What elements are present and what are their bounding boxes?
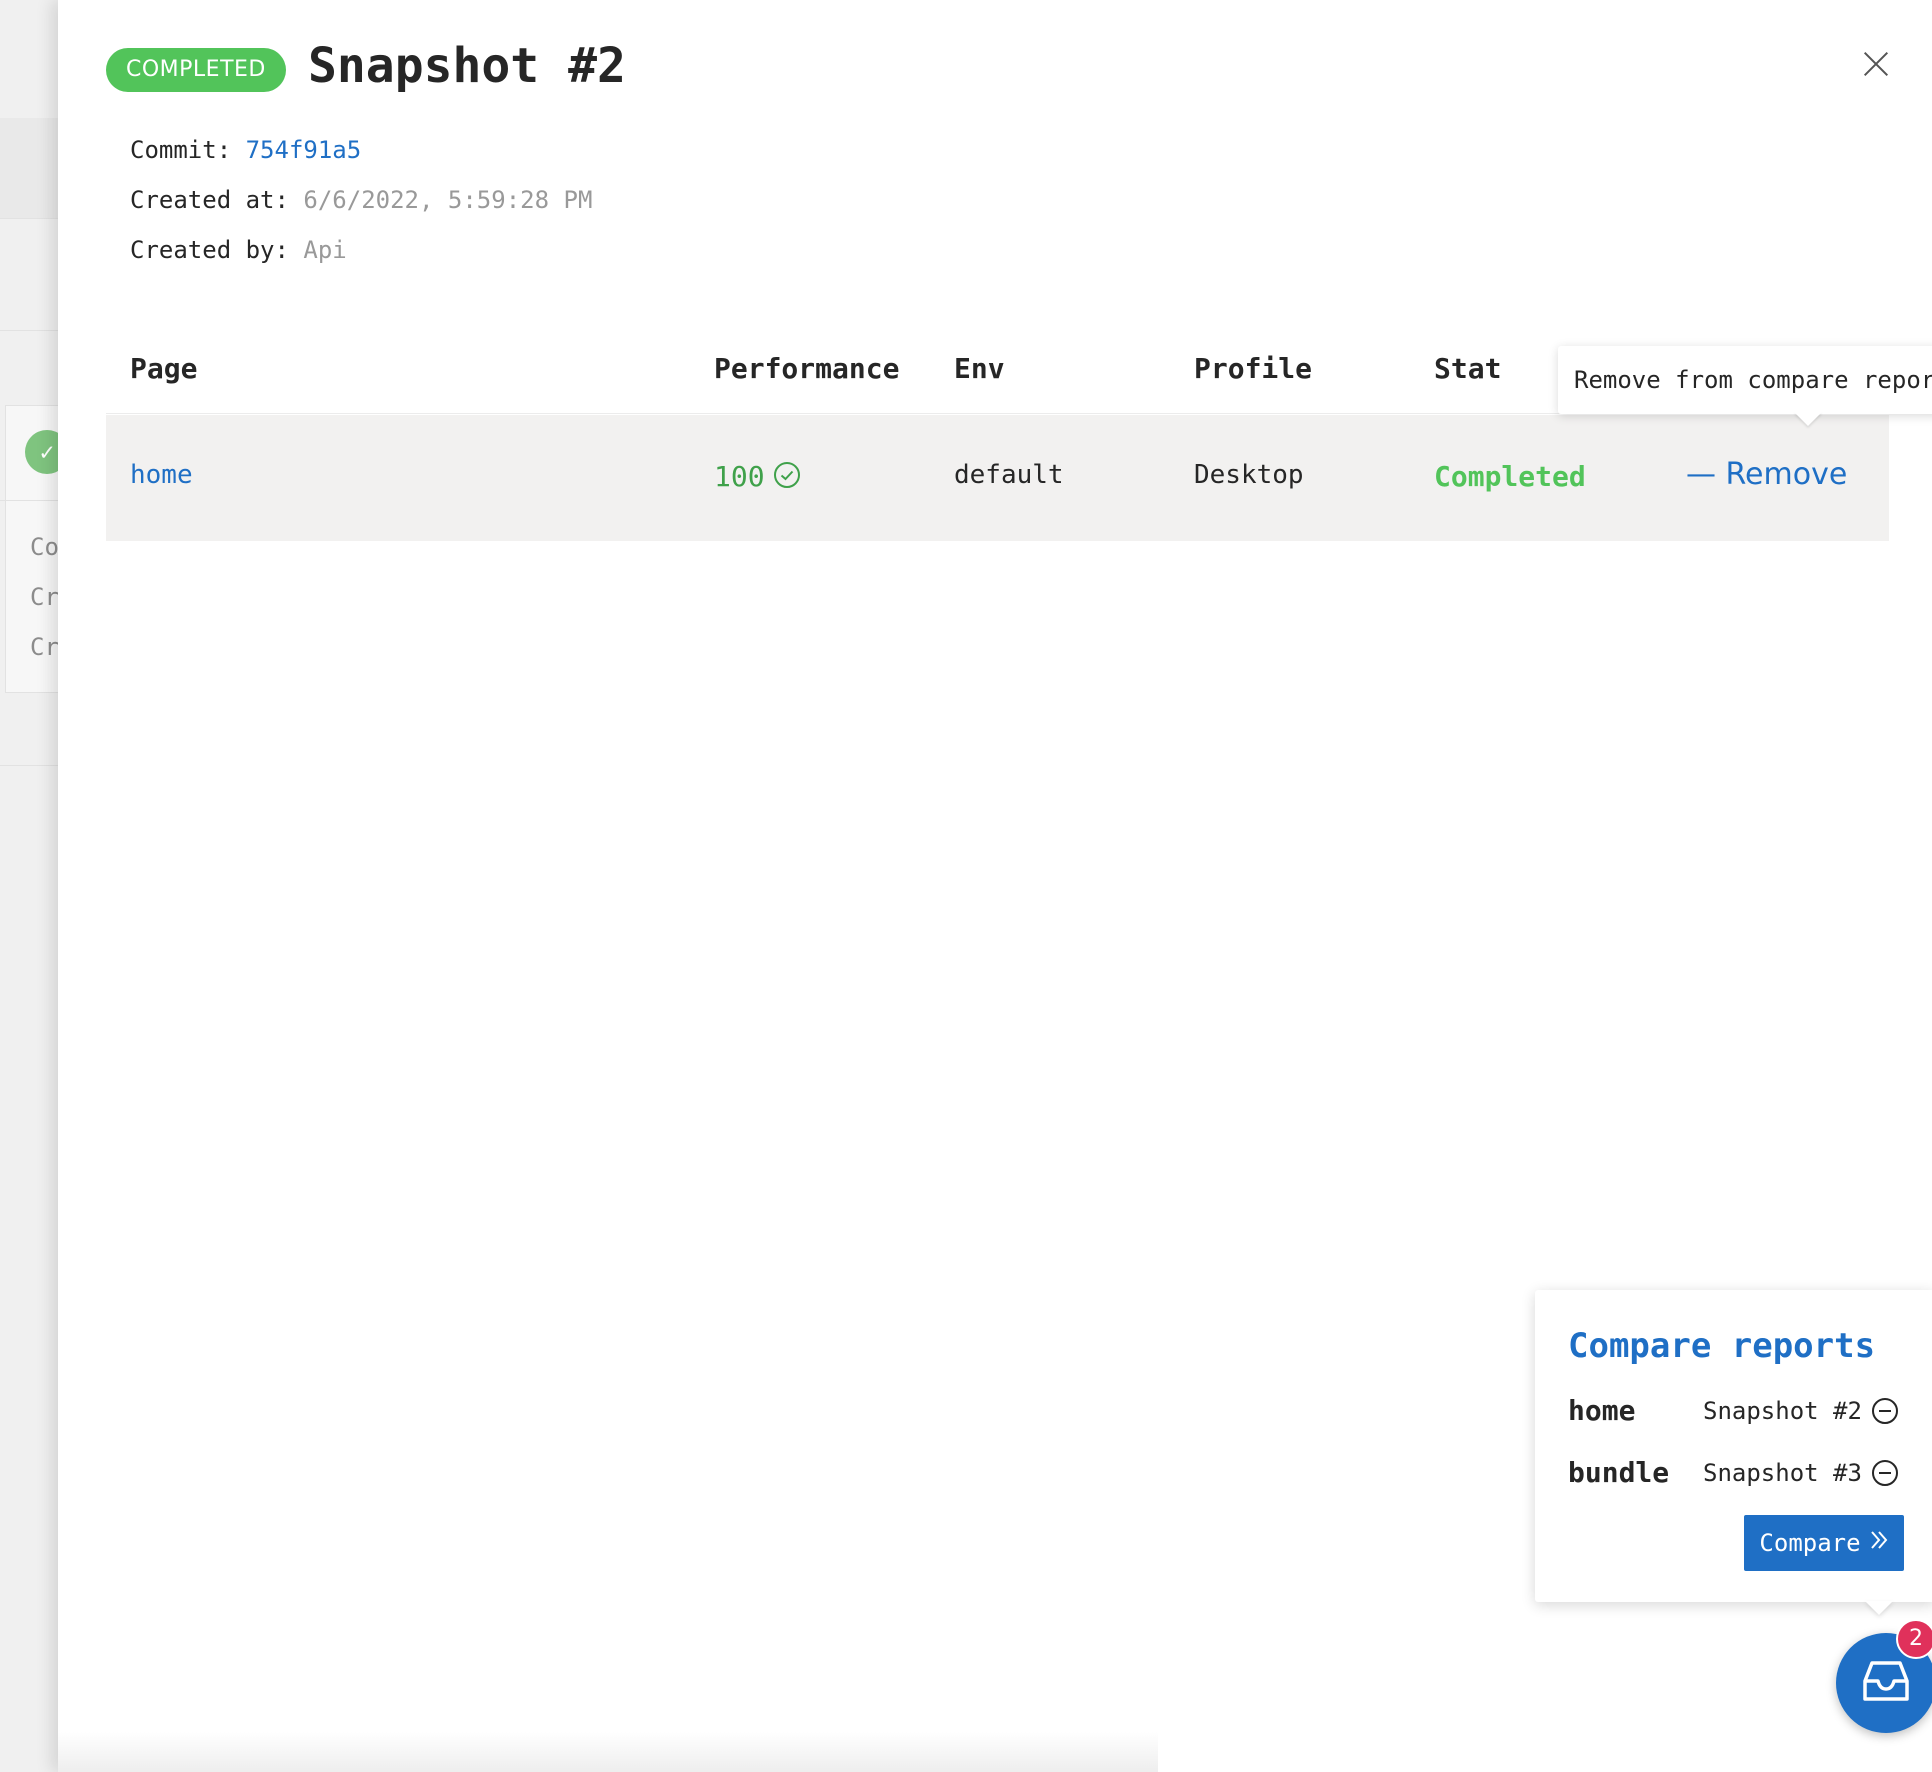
compare-button[interactable]: Compare	[1744, 1515, 1904, 1571]
column-header-profile: Profile	[1194, 352, 1313, 385]
remove-tooltip: Remove from compare reports	[1558, 346, 1932, 414]
column-header-env: Env	[954, 352, 1005, 385]
created-by-value: Api	[303, 236, 347, 264]
profile-value: Desktop	[1194, 460, 1304, 490]
background-text: Co	[30, 533, 59, 561]
page-title: Snapshot #2	[308, 38, 626, 94]
created-at-label: Created at:	[130, 186, 289, 214]
column-header-performance: Performance	[714, 352, 900, 385]
check-circle-icon	[773, 461, 801, 496]
compare-button-label: Compare	[1759, 1529, 1861, 1557]
tooltip-arrow	[1794, 412, 1822, 426]
minus-circle-icon[interactable]	[1871, 1459, 1899, 1487]
double-chevron-right-icon	[1869, 1529, 1889, 1557]
compare-item-name: home	[1568, 1394, 1636, 1427]
created-by-row: Created by: Api	[130, 236, 347, 264]
commit-link[interactable]: 754f91a5	[246, 136, 362, 164]
status-badge: COMPLETED	[106, 48, 286, 92]
column-header-status: Stat	[1434, 352, 1502, 385]
compare-count-badge: 2	[1896, 1619, 1932, 1659]
performance-value: 100	[714, 460, 765, 493]
performance-score: 100	[714, 460, 801, 496]
commit-label: Commit:	[130, 136, 232, 164]
snapshot-drawer: COMPLETED Snapshot #2 Commit: 754f91a5 C…	[58, 0, 1932, 1772]
close-icon[interactable]	[1858, 46, 1894, 82]
column-header-page: Page	[130, 352, 198, 385]
created-by-label: Created by:	[130, 236, 289, 264]
compare-title: Compare reports	[1568, 1326, 1876, 1366]
env-value: default	[954, 460, 1064, 490]
commit-row: Commit: 754f91a5	[130, 136, 361, 164]
created-at-row: Created at: 6/6/2022, 5:59:28 PM	[130, 186, 592, 214]
page-link[interactable]: home	[130, 460, 193, 490]
remove-button[interactable]: — Remove	[1686, 457, 1847, 492]
compare-item-name: bundle	[1568, 1456, 1670, 1489]
compare-item-snapshot: Snapshot #3	[1703, 1459, 1862, 1487]
compare-item-snapshot: Snapshot #2	[1703, 1397, 1862, 1425]
inbox-icon	[1862, 1659, 1910, 1707]
created-at-value: 6/6/2022, 5:59:28 PM	[303, 186, 593, 214]
background-text: Cr	[30, 633, 59, 661]
background-text: Cr	[30, 583, 59, 611]
minus-circle-icon[interactable]	[1871, 1397, 1899, 1425]
status-value: Completed	[1434, 460, 1586, 493]
popover-arrow	[1865, 1601, 1893, 1615]
drawer-bottom-fade	[58, 1732, 1158, 1772]
